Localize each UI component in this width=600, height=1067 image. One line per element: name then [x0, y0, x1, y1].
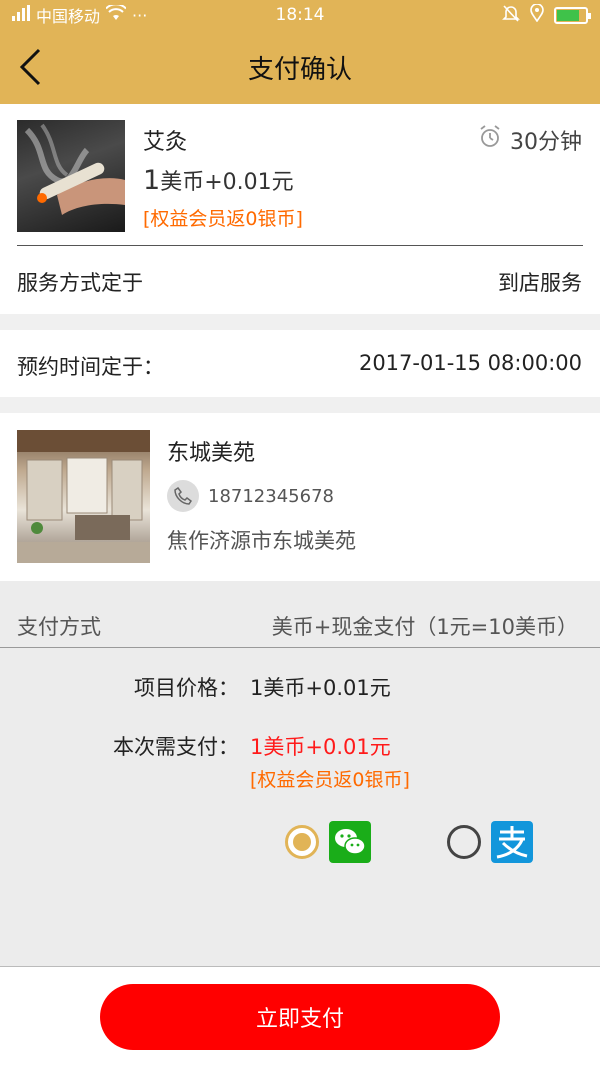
location-icon [530, 3, 544, 26]
due-rebate: [权益会员返0银币] [250, 769, 410, 791]
appointment-card: 预约时间定于： 2017-01-15 08:00:00 [0, 330, 600, 397]
service-rebate: [权益会员返0银币] [143, 208, 303, 230]
more-notifications-icon: ··· [132, 5, 148, 25]
item-price-label: 项目价格： [134, 676, 239, 700]
payment-method-value: 美币+现金支付（1元=10美币） [271, 615, 578, 639]
shop-phone-number: 18712345678 [208, 485, 334, 507]
alipay-icon[interactable] [491, 821, 533, 863]
alipay-radio[interactable] [447, 825, 481, 859]
page-title: 支付确认 [247, 54, 352, 85]
service-mode-value: 到店服务 [498, 271, 582, 295]
alarm-clock-icon [478, 125, 502, 155]
service-duration: 30分钟 [478, 124, 582, 156]
wifi-icon [105, 3, 127, 25]
payment-method-label: 支付方式 [17, 615, 101, 639]
payment-section: 支付方式 美币+现金支付（1元=10美币） 项目价格： 1美币+0.01元 本次… [0, 581, 600, 966]
appointment-value: 2017-01-15 08:00:00 [358, 351, 582, 375]
service-title: 艾灸 [143, 130, 188, 155]
service-price-number: 1 [143, 165, 161, 196]
item-price-value: 1美币+0.01元 [250, 676, 391, 700]
bottom-bar: 立即支付 [0, 966, 600, 1067]
service-card: 艾灸 30分钟 1美币+0.01元 [权益会员返0银币] 服务方式定于 到店服务 [0, 104, 600, 314]
due-value: 1美币+0.01元 [250, 735, 391, 759]
status-right [502, 3, 591, 26]
status-left: 中国移动 ··· [12, 3, 502, 27]
service-price: 1美币+0.01元 [143, 164, 294, 196]
service-image [17, 120, 125, 232]
signal-icon [12, 5, 30, 25]
wechat-radio[interactable] [285, 825, 319, 859]
back-button[interactable] [10, 42, 50, 92]
battery-icon [554, 6, 591, 24]
service-price-rest: 美币+0.01元 [160, 170, 294, 195]
header: 支付确认 [0, 30, 600, 104]
shop-card[interactable]: 东城美苑 18712345678 焦作济源市东城美苑 [0, 413, 600, 581]
mute-icon [502, 4, 520, 26]
payment-method-row: 支付方式 美币+现金支付（1元=10美币） [0, 581, 600, 648]
carrier-label: 中国移动 [36, 7, 101, 26]
status-bar: 中国移动 ··· 18:14 [0, 0, 600, 30]
phone-icon [167, 480, 199, 512]
service-mode-label: 服务方式定于 [17, 271, 143, 295]
pay-now-button[interactable]: 立即支付 [100, 984, 500, 1050]
duration-text: 30分钟 [510, 130, 582, 155]
shop-address: 焦作济源市东城美苑 [167, 529, 356, 553]
divider [17, 245, 583, 246]
due-label: 本次需支付： [113, 735, 239, 759]
chevron-left-icon [19, 48, 41, 86]
shop-image [17, 430, 150, 563]
shop-phone[interactable]: 18712345678 [167, 480, 334, 512]
appointment-label: 预约时间定于： [17, 355, 164, 379]
shop-name: 东城美苑 [167, 441, 256, 466]
wechat-pay-icon[interactable] [329, 821, 371, 863]
